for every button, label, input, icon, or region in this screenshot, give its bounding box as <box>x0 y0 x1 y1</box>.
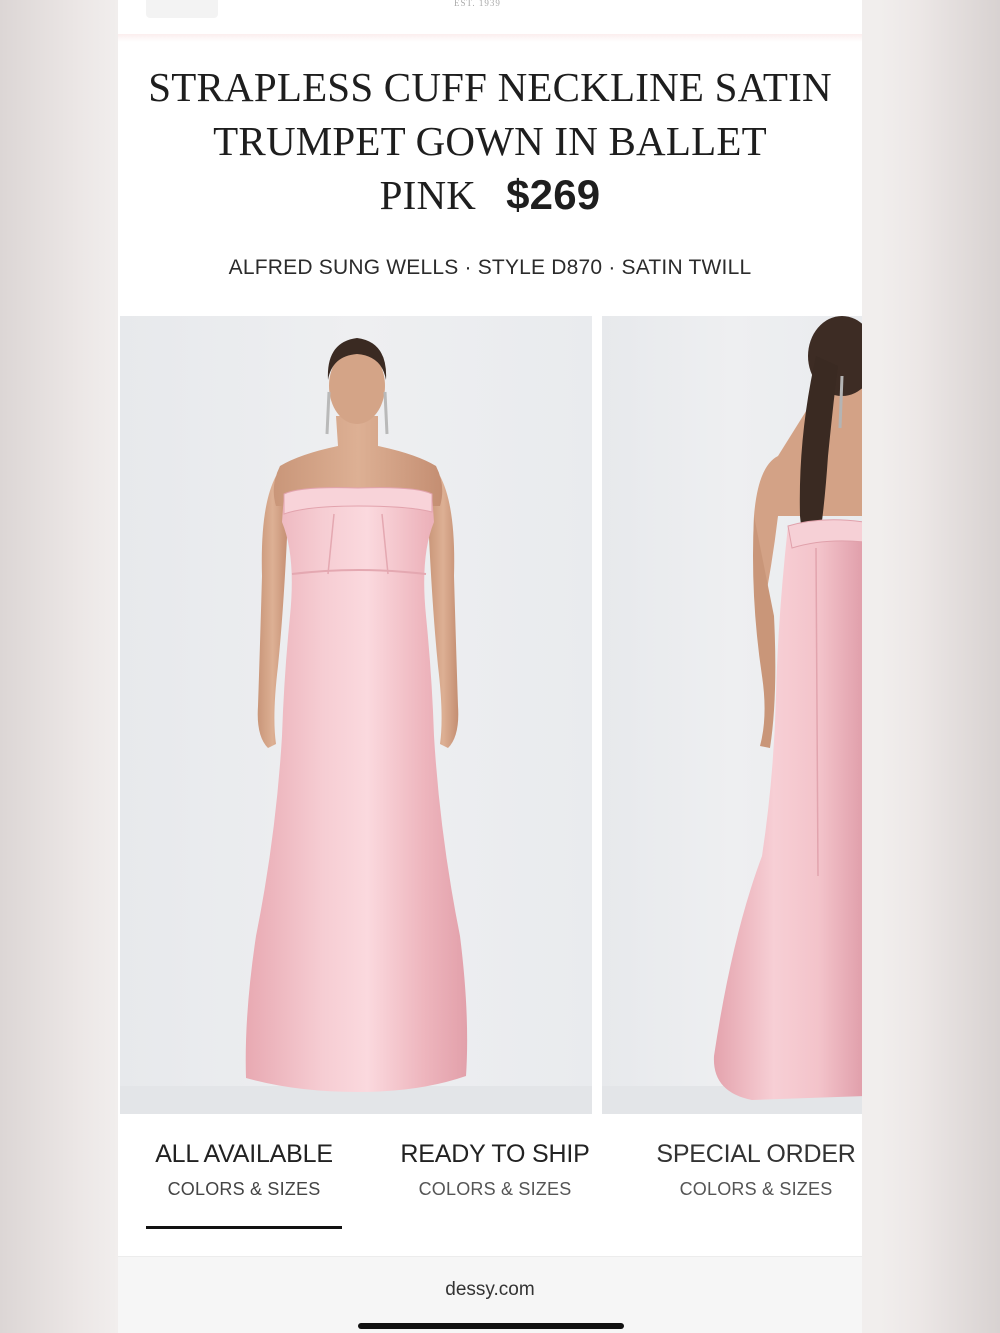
tab-label: SPECIAL ORDER <box>656 1140 856 1168</box>
product-price: $269 <box>506 171 601 218</box>
model-front-illustration <box>120 338 592 1114</box>
tab-label: ALL AVAILABLE <box>155 1140 333 1168</box>
active-tab-underline <box>146 1226 342 1229</box>
availability-tabs: ALL AVAILABLE COLORS & SIZES READY TO SH… <box>118 1116 862 1252</box>
address-bar-url[interactable]: dessy.com <box>118 1279 862 1301</box>
product-title-line-1: STRAPLESS CUFF NECKLINE SATIN <box>148 64 832 110</box>
site-header: EST. 1939 <box>118 0 862 34</box>
product-photo-back[interactable] <box>602 316 862 1114</box>
product-title-line-3: PINK $269 <box>118 168 862 222</box>
header-divider <box>118 34 862 42</box>
product-title-line-2: TRUMPET GOWN IN BALLET <box>213 118 767 164</box>
tab-label: READY TO SHIP <box>400 1140 590 1168</box>
product-meta: ALFRED SUNG WELLS · STYLE D870 · SATIN T… <box>228 256 752 279</box>
brand-established: EST. 1939 <box>454 0 501 8</box>
tab-sublabel: COLORS & SIZES <box>167 1179 321 1199</box>
product-photo-front[interactable] <box>120 316 592 1114</box>
home-indicator[interactable] <box>358 1323 624 1329</box>
model-back-illustration <box>602 316 862 1114</box>
browser-footer: dessy.com <box>118 1256 862 1333</box>
product-color-word: PINK <box>379 172 477 218</box>
product-title: STRAPLESS CUFF NECKLINE SATIN TRUMPET GO… <box>118 60 862 222</box>
tab-special-order[interactable]: SPECIAL ORDER COLORS & SIZES <box>638 1140 862 1200</box>
phone-screen: EST. 1939 STRAPLESS CUFF NECKLINE SATIN … <box>118 0 862 1333</box>
tab-sublabel: COLORS & SIZES <box>418 1179 572 1199</box>
menu-button[interactable] <box>146 0 218 18</box>
tab-all-available[interactable]: ALL AVAILABLE COLORS & SIZES <box>146 1140 342 1229</box>
tab-sublabel: COLORS & SIZES <box>679 1179 833 1199</box>
tab-ready-to-ship[interactable]: READY TO SHIP COLORS & SIZES <box>380 1140 610 1200</box>
